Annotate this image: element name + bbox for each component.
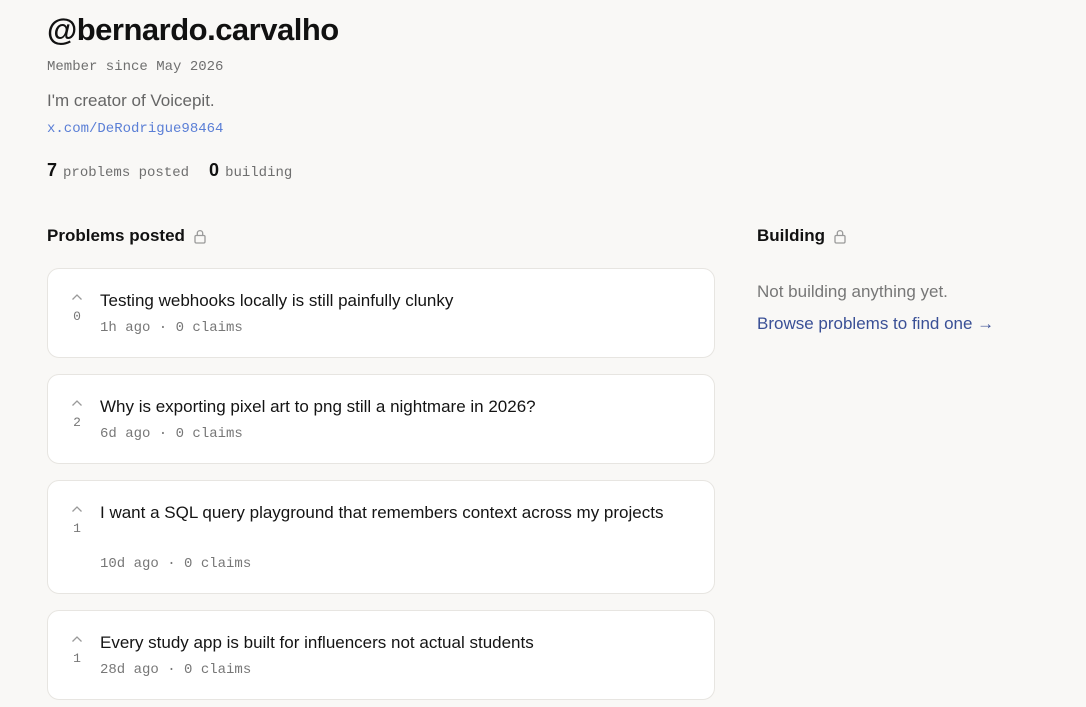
problem-title[interactable]: I want a SQL query playground that remem… xyxy=(100,501,674,525)
vote-widget: 2 xyxy=(68,399,86,430)
problem-meta: 1h ago · 0 claims xyxy=(100,320,243,336)
upvote-chevron-icon[interactable] xyxy=(71,399,83,407)
building-section-heading: Building xyxy=(757,226,847,246)
vote-count: 0 xyxy=(73,309,81,324)
problems-section-heading: Problems posted xyxy=(47,226,207,246)
profile-bio: I'm creator of Voicepit. xyxy=(47,91,215,110)
profile-social-link[interactable]: x.com/DeRodrigue98464 xyxy=(47,121,223,137)
problems-count: 7 xyxy=(47,160,58,180)
vote-count: 2 xyxy=(73,415,81,430)
problem-title[interactable]: Testing webhooks locally is still painfu… xyxy=(100,289,674,313)
lock-icon xyxy=(833,229,847,244)
problem-card[interactable]: 2 Why is exporting pixel art to png stil… xyxy=(47,374,715,464)
building-empty-state: Not building anything yet. xyxy=(757,282,948,301)
lock-icon xyxy=(193,229,207,244)
browse-problems-link[interactable]: Browse problems to find one → xyxy=(757,314,994,334)
problem-card[interactable]: 1 I want a SQL query playground that rem… xyxy=(47,480,715,594)
problems-count-label: problems posted xyxy=(63,165,190,181)
building-count: 0 xyxy=(209,160,220,180)
building-count-label: building xyxy=(225,165,293,181)
member-since: Member since May 2026 xyxy=(47,59,224,75)
upvote-chevron-icon[interactable] xyxy=(71,635,83,643)
vote-widget: 1 xyxy=(68,505,86,536)
problem-meta: 28d ago · 0 claims xyxy=(100,662,252,678)
problems-section-title: Problems posted xyxy=(47,226,185,245)
vote-widget: 0 xyxy=(68,293,86,324)
profile-stats: 7 problems posted 0 building xyxy=(47,160,292,181)
problem-meta: 10d ago · 0 claims xyxy=(100,556,252,572)
problem-meta: 6d ago · 0 claims xyxy=(100,426,243,442)
profile-username: @bernardo.carvalho xyxy=(47,12,339,47)
vote-count: 1 xyxy=(73,651,81,666)
vote-widget: 1 xyxy=(68,635,86,666)
building-section-title: Building xyxy=(757,226,825,245)
vote-count: 1 xyxy=(73,521,81,536)
upvote-chevron-icon[interactable] xyxy=(71,293,83,301)
problem-card[interactable]: 0 Testing webhooks locally is still pain… xyxy=(47,268,715,358)
problem-card[interactable]: 1 Every study app is built for influence… xyxy=(47,610,715,700)
upvote-chevron-icon[interactable] xyxy=(71,505,83,513)
problem-title[interactable]: Every study app is built for influencers… xyxy=(100,631,674,655)
problem-title[interactable]: Why is exporting pixel art to png still … xyxy=(100,395,674,419)
